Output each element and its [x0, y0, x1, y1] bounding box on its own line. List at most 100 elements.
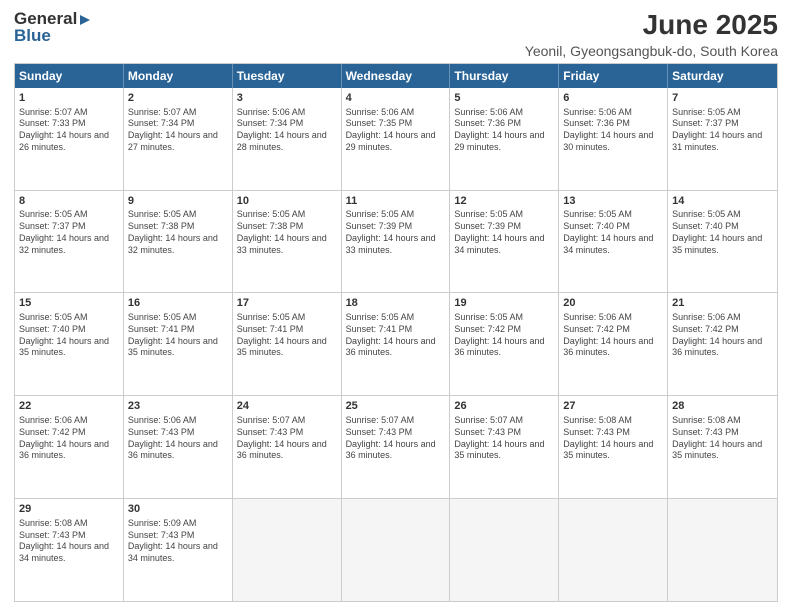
day-number: 10 — [237, 194, 337, 209]
day-number: 18 — [346, 296, 446, 311]
calendar-cell-11: 11Sunrise: 5:05 AMSunset: 7:39 PMDayligh… — [342, 191, 451, 293]
day-number: 3 — [237, 91, 337, 106]
day-number: 8 — [19, 194, 119, 209]
calendar-cell-24: 24Sunrise: 5:07 AMSunset: 7:43 PMDayligh… — [233, 396, 342, 498]
calendar-row-4: 22Sunrise: 5:06 AMSunset: 7:42 PMDayligh… — [15, 396, 777, 499]
day-info: Sunrise: 5:08 AMSunset: 7:43 PMDaylight:… — [672, 415, 773, 462]
calendar-cell-12: 12Sunrise: 5:05 AMSunset: 7:39 PMDayligh… — [450, 191, 559, 293]
logo: General Blue — [14, 10, 92, 44]
calendar-cell-26: 26Sunrise: 5:07 AMSunset: 7:43 PMDayligh… — [450, 396, 559, 498]
day-info: Sunrise: 5:07 AMSunset: 7:33 PMDaylight:… — [19, 107, 119, 154]
day-number: 24 — [237, 399, 337, 414]
calendar-cell-9: 9Sunrise: 5:05 AMSunset: 7:38 PMDaylight… — [124, 191, 233, 293]
header-day-tuesday: Tuesday — [233, 64, 342, 88]
day-number: 12 — [454, 194, 554, 209]
calendar: SundayMondayTuesdayWednesdayThursdayFrid… — [14, 63, 778, 602]
month-year-title: June 2025 — [525, 10, 778, 41]
calendar-row-2: 8Sunrise: 5:05 AMSunset: 7:37 PMDaylight… — [15, 191, 777, 294]
day-number: 20 — [563, 296, 663, 311]
day-number: 15 — [19, 296, 119, 311]
calendar-cell-14: 14Sunrise: 5:05 AMSunset: 7:40 PMDayligh… — [668, 191, 777, 293]
day-number: 7 — [672, 91, 773, 106]
header: General Blue June 2025 Yeonil, Gyeongsan… — [14, 10, 778, 59]
day-info: Sunrise: 5:05 AMSunset: 7:39 PMDaylight:… — [454, 209, 554, 256]
calendar-cell-15: 15Sunrise: 5:05 AMSunset: 7:40 PMDayligh… — [15, 293, 124, 395]
day-number: 9 — [128, 194, 228, 209]
calendar-cell-22: 22Sunrise: 5:06 AMSunset: 7:42 PMDayligh… — [15, 396, 124, 498]
day-info: Sunrise: 5:07 AMSunset: 7:43 PMDaylight:… — [346, 415, 446, 462]
day-info: Sunrise: 5:06 AMSunset: 7:43 PMDaylight:… — [128, 415, 228, 462]
calendar-cell-empty — [668, 499, 777, 601]
calendar-cell-10: 10Sunrise: 5:05 AMSunset: 7:38 PMDayligh… — [233, 191, 342, 293]
day-info: Sunrise: 5:08 AMSunset: 7:43 PMDaylight:… — [563, 415, 663, 462]
day-number: 25 — [346, 399, 446, 414]
header-day-thursday: Thursday — [450, 64, 559, 88]
day-info: Sunrise: 5:05 AMSunset: 7:40 PMDaylight:… — [19, 312, 119, 359]
calendar-cell-21: 21Sunrise: 5:06 AMSunset: 7:42 PMDayligh… — [668, 293, 777, 395]
calendar-cell-25: 25Sunrise: 5:07 AMSunset: 7:43 PMDayligh… — [342, 396, 451, 498]
calendar-cell-19: 19Sunrise: 5:05 AMSunset: 7:42 PMDayligh… — [450, 293, 559, 395]
day-info: Sunrise: 5:08 AMSunset: 7:43 PMDaylight:… — [19, 518, 119, 565]
calendar-cell-13: 13Sunrise: 5:05 AMSunset: 7:40 PMDayligh… — [559, 191, 668, 293]
calendar-cell-empty — [233, 499, 342, 601]
calendar-cell-16: 16Sunrise: 5:05 AMSunset: 7:41 PMDayligh… — [124, 293, 233, 395]
day-info: Sunrise: 5:05 AMSunset: 7:37 PMDaylight:… — [19, 209, 119, 256]
day-number: 19 — [454, 296, 554, 311]
day-number: 6 — [563, 91, 663, 106]
day-number: 1 — [19, 91, 119, 106]
calendar-cell-empty — [342, 499, 451, 601]
day-number: 2 — [128, 91, 228, 106]
calendar-cell-29: 29Sunrise: 5:08 AMSunset: 7:43 PMDayligh… — [15, 499, 124, 601]
day-info: Sunrise: 5:05 AMSunset: 7:37 PMDaylight:… — [672, 107, 773, 154]
day-info: Sunrise: 5:06 AMSunset: 7:36 PMDaylight:… — [454, 107, 554, 154]
day-number: 27 — [563, 399, 663, 414]
calendar-cell-6: 6Sunrise: 5:06 AMSunset: 7:36 PMDaylight… — [559, 88, 668, 190]
calendar-cell-empty — [450, 499, 559, 601]
calendar-cell-5: 5Sunrise: 5:06 AMSunset: 7:36 PMDaylight… — [450, 88, 559, 190]
day-number: 16 — [128, 296, 228, 311]
calendar-body: 1Sunrise: 5:07 AMSunset: 7:33 PMDaylight… — [15, 88, 777, 601]
day-info: Sunrise: 5:05 AMSunset: 7:39 PMDaylight:… — [346, 209, 446, 256]
day-info: Sunrise: 5:06 AMSunset: 7:42 PMDaylight:… — [672, 312, 773, 359]
day-info: Sunrise: 5:07 AMSunset: 7:43 PMDaylight:… — [454, 415, 554, 462]
calendar-cell-17: 17Sunrise: 5:05 AMSunset: 7:41 PMDayligh… — [233, 293, 342, 395]
day-info: Sunrise: 5:05 AMSunset: 7:42 PMDaylight:… — [454, 312, 554, 359]
day-info: Sunrise: 5:05 AMSunset: 7:38 PMDaylight:… — [237, 209, 337, 256]
header-day-friday: Friday — [559, 64, 668, 88]
day-number: 21 — [672, 296, 773, 311]
day-number: 22 — [19, 399, 119, 414]
day-info: Sunrise: 5:07 AMSunset: 7:34 PMDaylight:… — [128, 107, 228, 154]
day-info: Sunrise: 5:06 AMSunset: 7:36 PMDaylight:… — [563, 107, 663, 154]
calendar-row-1: 1Sunrise: 5:07 AMSunset: 7:33 PMDaylight… — [15, 88, 777, 191]
day-info: Sunrise: 5:05 AMSunset: 7:41 PMDaylight:… — [128, 312, 228, 359]
calendar-cell-23: 23Sunrise: 5:06 AMSunset: 7:43 PMDayligh… — [124, 396, 233, 498]
header-day-saturday: Saturday — [668, 64, 777, 88]
calendar-cell-20: 20Sunrise: 5:06 AMSunset: 7:42 PMDayligh… — [559, 293, 668, 395]
logo-triangle-icon — [78, 13, 92, 27]
day-number: 11 — [346, 194, 446, 209]
day-info: Sunrise: 5:05 AMSunset: 7:41 PMDaylight:… — [237, 312, 337, 359]
day-number: 13 — [563, 194, 663, 209]
calendar-cell-2: 2Sunrise: 5:07 AMSunset: 7:34 PMDaylight… — [124, 88, 233, 190]
day-info: Sunrise: 5:09 AMSunset: 7:43 PMDaylight:… — [128, 518, 228, 565]
calendar-cell-7: 7Sunrise: 5:05 AMSunset: 7:37 PMDaylight… — [668, 88, 777, 190]
calendar-cell-28: 28Sunrise: 5:08 AMSunset: 7:43 PMDayligh… — [668, 396, 777, 498]
day-number: 17 — [237, 296, 337, 311]
calendar-header: SundayMondayTuesdayWednesdayThursdayFrid… — [15, 64, 777, 88]
day-number: 23 — [128, 399, 228, 414]
day-info: Sunrise: 5:07 AMSunset: 7:43 PMDaylight:… — [237, 415, 337, 462]
title-section: June 2025 Yeonil, Gyeongsangbuk-do, Sout… — [525, 10, 778, 59]
header-day-wednesday: Wednesday — [342, 64, 451, 88]
day-info: Sunrise: 5:06 AMSunset: 7:35 PMDaylight:… — [346, 107, 446, 154]
day-info: Sunrise: 5:06 AMSunset: 7:42 PMDaylight:… — [563, 312, 663, 359]
calendar-cell-8: 8Sunrise: 5:05 AMSunset: 7:37 PMDaylight… — [15, 191, 124, 293]
header-day-sunday: Sunday — [15, 64, 124, 88]
calendar-cell-empty — [559, 499, 668, 601]
day-info: Sunrise: 5:06 AMSunset: 7:42 PMDaylight:… — [19, 415, 119, 462]
day-number: 5 — [454, 91, 554, 106]
calendar-row-5: 29Sunrise: 5:08 AMSunset: 7:43 PMDayligh… — [15, 499, 777, 601]
day-info: Sunrise: 5:06 AMSunset: 7:34 PMDaylight:… — [237, 107, 337, 154]
day-info: Sunrise: 5:05 AMSunset: 7:41 PMDaylight:… — [346, 312, 446, 359]
calendar-cell-27: 27Sunrise: 5:08 AMSunset: 7:43 PMDayligh… — [559, 396, 668, 498]
calendar-cell-18: 18Sunrise: 5:05 AMSunset: 7:41 PMDayligh… — [342, 293, 451, 395]
